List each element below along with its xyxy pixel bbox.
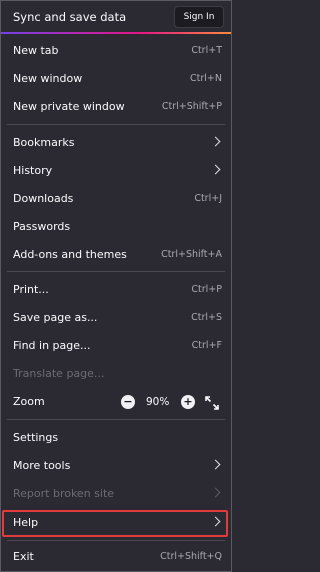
menu-item-exit[interactable]: Exit Ctrl+Shift+Q bbox=[1, 544, 231, 570]
menu-item-label: New tab bbox=[13, 44, 59, 57]
menu-item-print[interactable]: Print... Ctrl+P bbox=[1, 277, 231, 303]
menu-item-new-tab[interactable]: New tab Ctrl+T bbox=[1, 38, 231, 64]
menu-item-label: Save page as... bbox=[13, 311, 98, 324]
menu-item-new-private-window[interactable]: New private window Ctrl+Shift+P bbox=[1, 94, 231, 120]
app-menu-panel: Sync and save data Sign In New tab Ctrl+… bbox=[0, 0, 232, 572]
menu-item-label: Report broken site bbox=[13, 487, 115, 500]
menu-item-label: New private window bbox=[13, 100, 125, 113]
menu-item-label: Passwords bbox=[13, 220, 71, 233]
menu-item-zoom: Zoom − 90% + bbox=[1, 389, 231, 415]
sign-in-button[interactable]: Sign In bbox=[174, 6, 224, 28]
menu-item-label: Zoom bbox=[13, 395, 45, 408]
sync-title: Sync and save data bbox=[13, 10, 127, 24]
menu-item-label: Exit bbox=[13, 550, 34, 563]
menu-item-shortcut: Ctrl+F bbox=[191, 340, 222, 351]
chevron-right-icon bbox=[210, 136, 221, 147]
menu-item-history[interactable]: History bbox=[1, 158, 231, 184]
menu-item-label: Downloads bbox=[13, 192, 74, 205]
menu-item-shortcut: Ctrl+Shift+A bbox=[161, 249, 222, 260]
menu-item-passwords[interactable]: Passwords bbox=[1, 214, 231, 240]
menu-item-addons-themes[interactable]: Add-ons and themes Ctrl+Shift+A bbox=[1, 242, 231, 268]
menu-item-label: Add-ons and themes bbox=[13, 248, 127, 261]
menu-item-shortcut: Ctrl+Shift+Q bbox=[160, 551, 222, 562]
zoom-in-button[interactable]: + bbox=[181, 395, 195, 409]
menu-item-shortcut: Ctrl+S bbox=[191, 312, 222, 323]
menu-item-label: New window bbox=[13, 72, 83, 85]
menu-item-bookmarks[interactable]: Bookmarks bbox=[1, 130, 231, 156]
chevron-right-icon bbox=[210, 459, 221, 470]
accent-bar bbox=[1, 32, 231, 34]
menu-item-label: Bookmarks bbox=[13, 136, 75, 149]
menu-item-shortcut: Ctrl+J bbox=[194, 193, 222, 204]
menu-item-report-broken-site: Report broken site bbox=[1, 481, 231, 507]
menu-item-shortcut: Ctrl+Shift+P bbox=[161, 101, 222, 112]
menu-item-shortcut: Ctrl+T bbox=[191, 45, 222, 56]
menu-item-shortcut: Ctrl+P bbox=[191, 284, 222, 295]
menu-separator bbox=[7, 540, 225, 541]
menu-item-label: More tools bbox=[13, 459, 71, 472]
menu-item-label: Translate page... bbox=[13, 367, 105, 380]
menu-item-shortcut: Ctrl+N bbox=[190, 73, 222, 84]
chevron-right-icon bbox=[210, 164, 221, 175]
menu-item-more-tools[interactable]: More tools bbox=[1, 453, 231, 479]
menu-separator bbox=[7, 271, 225, 272]
menu-separator bbox=[7, 124, 225, 125]
menu-item-translate-page: Translate page... bbox=[1, 361, 231, 387]
menu-item-label: Print... bbox=[13, 283, 49, 296]
zoom-level[interactable]: 90% bbox=[146, 396, 169, 408]
menu-separator bbox=[7, 419, 225, 420]
highlight-box bbox=[2, 510, 228, 537]
chevron-right-icon bbox=[210, 487, 221, 498]
menu-item-find-in-page[interactable]: Find in page... Ctrl+F bbox=[1, 333, 231, 359]
zoom-out-button[interactable]: − bbox=[121, 395, 135, 409]
fullscreen-icon[interactable] bbox=[205, 395, 219, 410]
menu-item-label: History bbox=[13, 164, 53, 177]
menu-item-save-page[interactable]: Save page as... Ctrl+S bbox=[1, 305, 231, 331]
menu-item-settings[interactable]: Settings bbox=[1, 425, 231, 451]
menu-item-label: Find in page... bbox=[13, 339, 91, 352]
menu-item-label: Settings bbox=[13, 431, 59, 444]
menu-item-new-window[interactable]: New window Ctrl+N bbox=[1, 66, 231, 92]
menu-item-downloads[interactable]: Downloads Ctrl+J bbox=[1, 186, 231, 212]
sync-header: Sync and save data Sign In bbox=[1, 1, 231, 32]
